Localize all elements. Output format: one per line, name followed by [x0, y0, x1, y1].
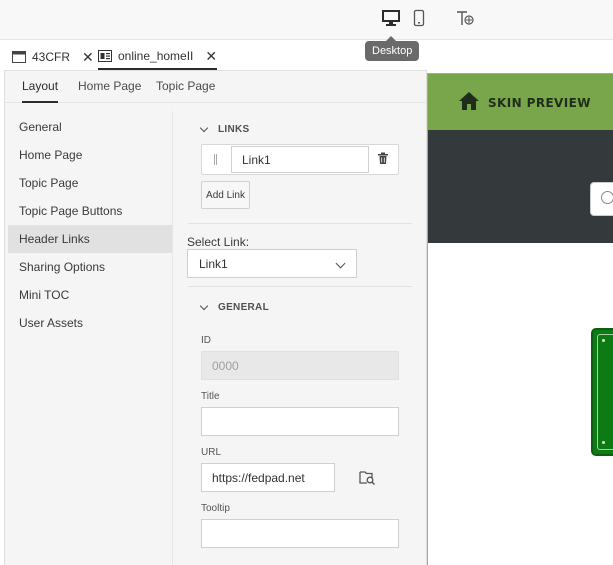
tooltip-field[interactable]	[201, 519, 399, 548]
url-label: URL	[201, 447, 222, 458]
nav-item-user-assets[interactable]: User Assets	[8, 309, 172, 337]
preview-green-panel	[591, 328, 613, 456]
rivet-dot	[602, 441, 605, 444]
divider	[188, 286, 412, 287]
tab-topic-page[interactable]: Topic Page	[156, 79, 215, 103]
home-icon[interactable]	[458, 91, 480, 111]
sub-tabs: Layout Home Page Topic Page	[5, 71, 426, 103]
rivet-dot	[602, 339, 605, 342]
skin-editor-panel: Layout Home Page Topic Page General Home…	[4, 70, 427, 565]
preview-header: SKIN PREVIEW	[428, 74, 613, 130]
id-field	[201, 351, 399, 380]
url-field[interactable]	[201, 463, 335, 492]
divider	[188, 223, 412, 224]
skin-icon	[98, 50, 112, 62]
chevron-down-icon	[199, 301, 209, 311]
mobile-icon[interactable]	[412, 9, 434, 29]
trash-icon[interactable]	[377, 152, 389, 165]
select-link-value: Link1	[199, 256, 228, 271]
title-field[interactable]	[201, 407, 399, 436]
close-icon[interactable]: ✕	[82, 49, 94, 66]
desktop-icon[interactable]	[381, 9, 403, 29]
top-toolbar	[0, 0, 613, 40]
general-section-header[interactable]: GENERAL	[199, 301, 269, 313]
add-link-button[interactable]: Add Link	[201, 181, 250, 209]
tab-layout[interactable]: Layout	[22, 79, 59, 103]
nav-item-sharing-options[interactable]: Sharing Options	[8, 253, 172, 281]
preview-panel-border	[597, 334, 613, 450]
link-row	[201, 144, 399, 175]
doc-tab-online-homeii[interactable]: online_homeII ✕	[98, 44, 218, 70]
nav-item-home-page[interactable]: Home Page	[8, 141, 172, 169]
browse-file-icon[interactable]	[359, 470, 375, 485]
nav-item-mini-toc[interactable]: Mini TOC	[8, 281, 172, 309]
header-links-content: LINKS Add Link Select Link: Link1 GENERA…	[174, 103, 426, 565]
title-label: Title	[201, 391, 220, 402]
nav-item-topic-page-buttons[interactable]: Topic Page Buttons	[8, 197, 172, 225]
search-icon	[601, 191, 613, 204]
select-link-dropdown[interactable]: Link1	[187, 249, 357, 278]
tab-home-page[interactable]: Home Page	[78, 79, 141, 103]
drag-handle-icon[interactable]	[214, 154, 217, 165]
id-label: ID	[201, 335, 211, 346]
nav-item-header-links[interactable]: Header Links	[8, 225, 172, 253]
chevron-down-icon	[199, 123, 209, 133]
skin-preview: SKIN PREVIEW	[427, 73, 613, 565]
close-icon[interactable]: ✕	[205, 48, 217, 65]
nav-item-general[interactable]: General	[8, 113, 172, 141]
preview-hero	[428, 130, 613, 243]
doc-tab-label: online_homeII	[118, 49, 194, 63]
doc-tab-label: 43CFR	[32, 50, 71, 64]
text-scale-icon[interactable]	[455, 9, 477, 29]
link-name-input[interactable]	[231, 146, 369, 173]
links-section-header[interactable]: LINKS	[199, 123, 250, 135]
tooltip-label: Tooltip	[201, 503, 230, 514]
preview-title: SKIN PREVIEW	[488, 96, 591, 110]
layout-nav: General Home Page Topic Page Topic Page …	[5, 111, 173, 565]
doc-tab-43cfr[interactable]: 43CFR ✕	[12, 44, 94, 70]
window-icon	[12, 51, 26, 63]
preview-search-box[interactable]	[590, 182, 613, 216]
chevron-down-icon	[335, 258, 346, 269]
select-link-label: Select Link:	[187, 235, 250, 249]
nav-item-topic-page[interactable]: Topic Page	[8, 169, 172, 197]
document-tabs: 43CFR ✕ online_homeII ✕	[0, 44, 427, 70]
